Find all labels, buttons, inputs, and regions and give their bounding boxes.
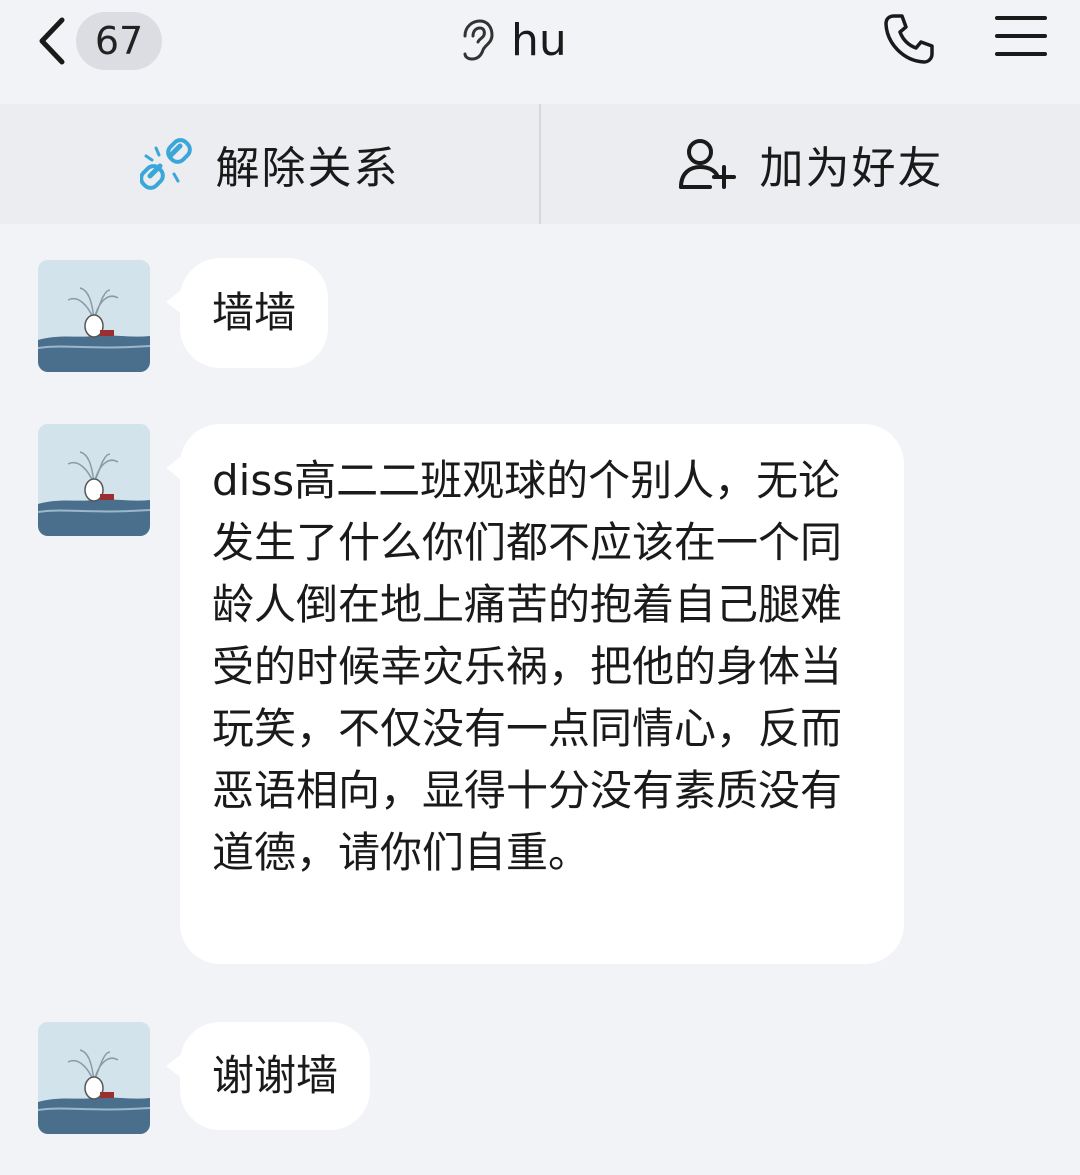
unlink-relationship-button[interactable]: 解除关系 bbox=[0, 104, 539, 224]
unlink-icon bbox=[139, 138, 192, 190]
add-friend-button[interactable]: 加为好友 bbox=[541, 104, 1080, 224]
chevron-left-icon bbox=[39, 17, 65, 65]
unread-count-badge: 67 bbox=[76, 12, 162, 70]
avatar-image bbox=[38, 1022, 150, 1134]
ear-icon bbox=[463, 19, 494, 61]
avatar-image bbox=[38, 424, 150, 536]
title-area: hu bbox=[455, 12, 567, 68]
add-friend-label: 加为好友 bbox=[759, 143, 944, 194]
avatar[interactable] bbox=[38, 424, 150, 536]
add-friend-icon bbox=[678, 139, 736, 189]
avatar-image bbox=[38, 260, 150, 372]
action-bar: 解除关系 加为好友 bbox=[0, 104, 1080, 224]
avatar[interactable] bbox=[38, 1022, 150, 1134]
phone-icon[interactable] bbox=[880, 10, 938, 68]
avatar[interactable] bbox=[38, 260, 150, 372]
chat-title: hu bbox=[511, 14, 567, 66]
message-bubble[interactable]: 谢谢墙 bbox=[165, 1022, 371, 1130]
unlink-label: 解除关系 bbox=[215, 143, 400, 194]
menu-icon[interactable] bbox=[995, 14, 1047, 58]
top-bar: 67 hu bbox=[0, 0, 1080, 104]
message-bubble[interactable]: diss高二二班观球的个别人，无论发生了什么你们都不应该在一个同龄人倒在地上痛苦… bbox=[166, 424, 904, 964]
message-bubble[interactable]: 墙墙 bbox=[165, 258, 329, 368]
back-button[interactable]: 67 bbox=[34, 12, 174, 70]
